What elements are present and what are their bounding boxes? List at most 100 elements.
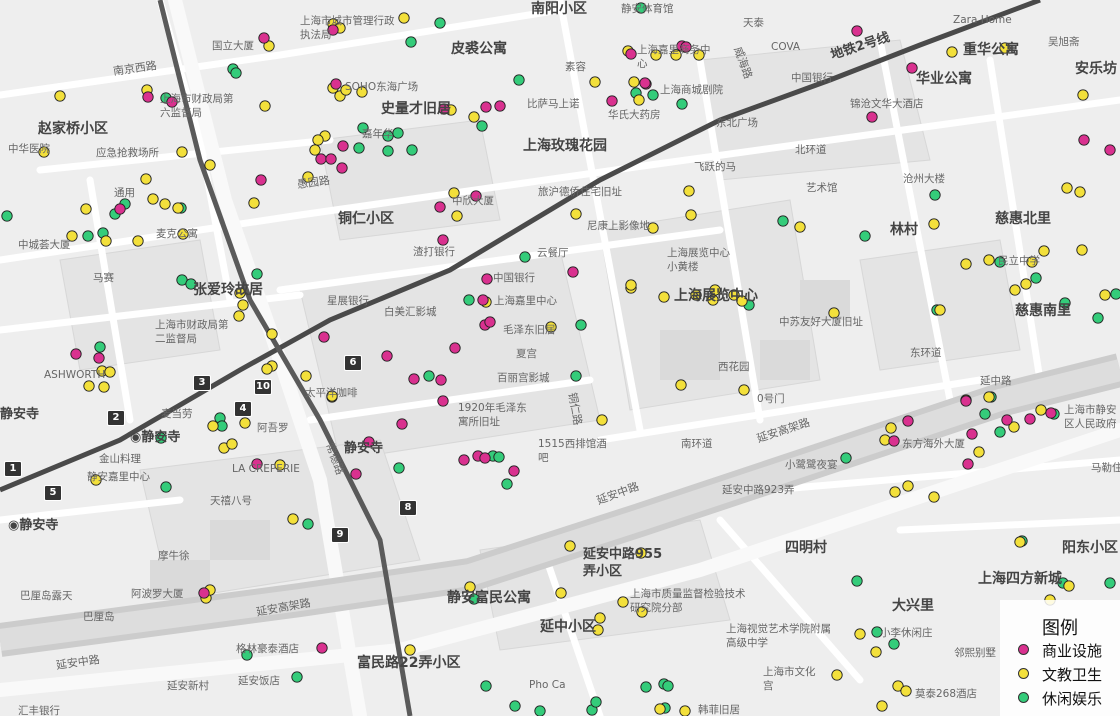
poi-marker-commercial[interactable] [435, 374, 447, 386]
poi-marker-commercial[interactable] [567, 266, 579, 278]
poi-marker-education-health[interactable] [266, 328, 278, 340]
poi-marker-education-health[interactable] [287, 513, 299, 525]
poi-marker-commercial[interactable] [318, 331, 330, 343]
poi-marker-education-health[interactable] [831, 669, 843, 681]
poi-marker-leisure[interactable] [463, 294, 475, 306]
poi-marker-education-health[interactable] [140, 173, 152, 185]
poi-marker-leisure[interactable] [590, 696, 602, 708]
poi-marker-leisure[interactable] [230, 67, 242, 79]
poi-marker-commercial[interactable] [437, 234, 449, 246]
poi-marker-education-health[interactable] [1077, 89, 1089, 101]
poi-marker-commercial[interactable] [966, 428, 978, 440]
poi-marker-commercial[interactable] [316, 642, 328, 654]
poi-marker-education-health[interactable] [900, 685, 912, 697]
poi-marker-commercial[interactable] [1024, 413, 1036, 425]
poi-marker-education-health[interactable] [876, 700, 888, 712]
poi-marker-education-health[interactable] [928, 218, 940, 230]
poi-marker-leisure[interactable] [501, 478, 513, 490]
poi-marker-education-health[interactable] [100, 235, 112, 247]
poi-marker-education-health[interactable] [654, 703, 666, 715]
poi-marker-leisure[interactable] [888, 638, 900, 650]
poi-marker-education-health[interactable] [104, 366, 116, 378]
poi-marker-commercial[interactable] [437, 395, 449, 407]
poi-marker-leisure[interactable] [1110, 288, 1120, 300]
poi-marker-leisure[interactable] [476, 120, 488, 132]
poi-marker-leisure[interactable] [513, 74, 525, 86]
poi-marker-commercial[interactable] [866, 111, 878, 123]
poi-marker-education-health[interactable] [983, 391, 995, 403]
poi-marker-leisure[interactable] [392, 127, 404, 139]
poi-marker-education-health[interactable] [312, 134, 324, 146]
poi-marker-education-health[interactable] [983, 254, 995, 266]
poi-marker-leisure[interactable] [1030, 272, 1042, 284]
poi-marker-leisure[interactable] [994, 426, 1006, 438]
poi-marker-education-health[interactable] [172, 202, 184, 214]
poi-marker-commercial[interactable] [337, 140, 349, 152]
poi-marker-leisure[interactable] [94, 341, 106, 353]
poi-marker-commercial[interactable] [606, 95, 618, 107]
poi-marker-education-health[interactable] [1076, 244, 1088, 256]
poi-marker-commercial[interactable] [325, 153, 337, 165]
poi-marker-education-health[interactable] [658, 291, 670, 303]
poi-marker-education-health[interactable] [738, 384, 750, 396]
poi-marker-education-health[interactable] [628, 76, 640, 88]
poi-marker-commercial[interactable] [458, 454, 470, 466]
poi-marker-leisure[interactable] [570, 370, 582, 382]
poi-marker-education-health[interactable] [1014, 536, 1026, 548]
poi-marker-education-health[interactable] [683, 185, 695, 197]
poi-marker-commercial[interactable] [330, 78, 342, 90]
poi-marker-education-health[interactable] [570, 208, 582, 220]
poi-marker-education-health[interactable] [960, 258, 972, 270]
poi-marker-leisure[interactable] [82, 230, 94, 242]
poi-marker-education-health[interactable] [1074, 186, 1086, 198]
poi-marker-leisure[interactable] [676, 98, 688, 110]
poi-marker-education-health[interactable] [1020, 278, 1032, 290]
poi-marker-leisure[interactable] [423, 370, 435, 382]
poi-marker-leisure[interactable] [405, 36, 417, 48]
poi-marker-leisure[interactable] [480, 680, 492, 692]
poi-marker-leisure[interactable] [859, 230, 871, 242]
poi-marker-commercial[interactable] [93, 352, 105, 364]
poi-marker-education-health[interactable] [398, 12, 410, 24]
poi-marker-leisure[interactable] [929, 189, 941, 201]
poi-marker-education-health[interactable] [83, 380, 95, 392]
poi-marker-education-health[interactable] [589, 76, 601, 88]
poi-marker-education-health[interactable] [237, 299, 249, 311]
poi-marker-leisure[interactable] [519, 251, 531, 263]
poi-marker-commercial[interactable] [408, 373, 420, 385]
poi-marker-education-health[interactable] [80, 203, 92, 215]
poi-marker-commercial[interactable] [508, 465, 520, 477]
poi-marker-education-health[interactable] [555, 587, 567, 599]
poi-marker-education-health[interactable] [176, 146, 188, 158]
poi-marker-leisure[interactable] [534, 705, 546, 716]
poi-marker-leisure[interactable] [393, 462, 405, 474]
poi-marker-leisure[interactable] [1, 210, 13, 222]
poi-marker-education-health[interactable] [625, 279, 637, 291]
poi-marker-leisure[interactable] [1104, 577, 1116, 589]
poi-marker-education-health[interactable] [300, 370, 312, 382]
poi-marker-commercial[interactable] [449, 342, 461, 354]
poi-marker-commercial[interactable] [851, 25, 863, 37]
poi-marker-commercial[interactable] [960, 395, 972, 407]
poi-marker-commercial[interactable] [258, 32, 270, 44]
poi-marker-leisure[interactable] [353, 142, 365, 154]
poi-marker-education-health[interactable] [147, 193, 159, 205]
poi-marker-leisure[interactable] [493, 451, 505, 463]
poi-marker-education-health[interactable] [596, 414, 608, 426]
poi-marker-commercial[interactable] [1078, 134, 1090, 146]
poi-marker-commercial[interactable] [1045, 407, 1057, 419]
poi-marker-education-health[interactable] [239, 417, 251, 429]
poi-marker-education-health[interactable] [946, 46, 958, 58]
poi-marker-leisure[interactable] [640, 681, 652, 693]
poi-marker-education-health[interactable] [132, 235, 144, 247]
poi-marker-leisure[interactable] [291, 671, 303, 683]
poi-marker-leisure[interactable] [979, 408, 991, 420]
poi-marker-education-health[interactable] [309, 144, 321, 156]
poi-marker-leisure[interactable] [777, 215, 789, 227]
poi-marker-commercial[interactable] [494, 100, 506, 112]
poi-marker-commercial[interactable] [962, 458, 974, 470]
poi-marker-leisure[interactable] [302, 518, 314, 530]
poi-marker-education-health[interactable] [204, 159, 216, 171]
poi-marker-commercial[interactable] [336, 162, 348, 174]
poi-marker-education-health[interactable] [468, 111, 480, 123]
